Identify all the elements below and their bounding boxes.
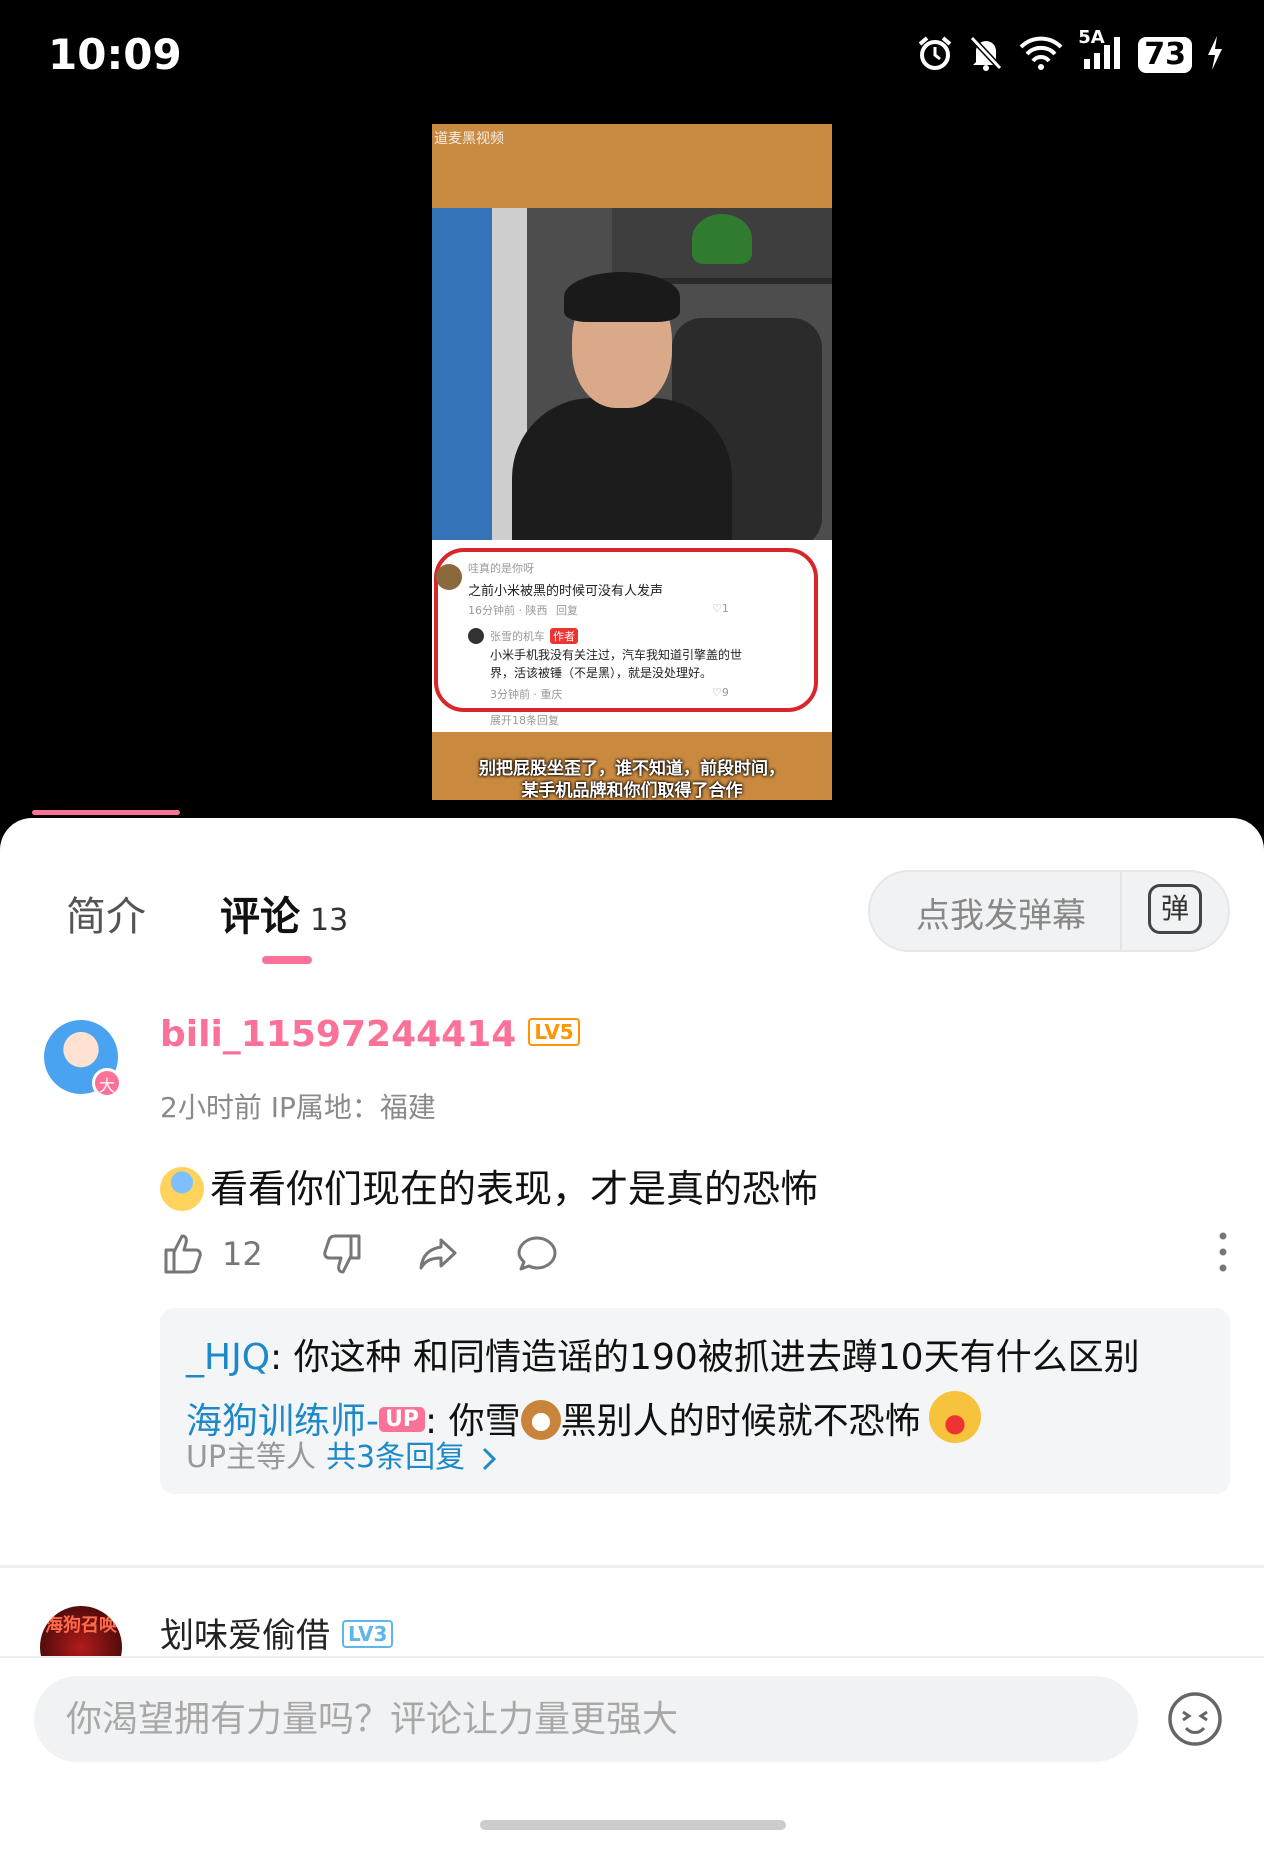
- danmaku-input[interactable]: 点我发弹幕 弹: [868, 870, 1230, 952]
- embedded-avatar: [436, 564, 462, 590]
- username-text: 划味爱偷借: [160, 1616, 330, 1656]
- embedded-likes: ♡1: [712, 602, 729, 615]
- dog-emoji-icon: [520, 1400, 561, 1440]
- reply-text-after: 黑别人的时候就不恐怖: [560, 1401, 921, 1442]
- tab-indicator: [262, 956, 312, 964]
- tab-comments[interactable]: 评论 13: [220, 884, 348, 942]
- embedded-comment-screenshot: 哇真的是你呀 之前小米被黑的时候可没有人发声 16分钟前 · 陕西 回复 ♡1 …: [432, 540, 832, 732]
- up-tag: UP: [379, 1406, 425, 1432]
- mute-bell-icon: [968, 34, 1004, 76]
- comment-meta: 2小时前 IP属地：福建: [160, 1091, 436, 1124]
- reply-user[interactable]: _HJQ: [186, 1337, 270, 1378]
- comment-text-content: 看看你们现在的表现，才是真的恐怖: [210, 1167, 819, 1211]
- reply-text: 你这种 和同情造谣的190被抓进去蹲10天有什么区别: [293, 1337, 1140, 1378]
- more-replies[interactable]: UP主等人 共3条回复: [186, 1432, 497, 1476]
- chevron-right-icon: [482, 1447, 496, 1470]
- username-text: bili_11597244414: [160, 1014, 517, 1055]
- video-player[interactable]: 道麦黑视频 哇真的是你呀 之前小米被黑的时候可没有人发声 16分钟前 · 陕西 …: [0, 120, 1264, 820]
- charging-icon: [1206, 36, 1224, 74]
- cold-sweat-emoji-icon: [160, 1166, 204, 1211]
- reply-item: _HJQ: 你这种 和同情造谣的190被抓进去蹲10天有什么区别: [186, 1328, 1140, 1380]
- person-hair: [564, 272, 680, 322]
- more-options-icon[interactable]: [1218, 1230, 1228, 1274]
- comment-username[interactable]: 划味爱偷借 LV3: [160, 1608, 394, 1657]
- network-type: 5A: [1078, 27, 1105, 48]
- dislike-icon[interactable]: [317, 1230, 365, 1278]
- comments-count: 13: [310, 903, 349, 938]
- tab-comments-label: 评论: [220, 894, 300, 940]
- tab-intro[interactable]: 简介: [66, 884, 146, 942]
- embedded-reply-likes: ♡9: [712, 686, 729, 699]
- like-count: 12: [222, 1235, 263, 1273]
- comment-input[interactable]: [34, 1676, 1138, 1762]
- comment-text: 看看你们现在的表现，才是真的恐怖: [160, 1158, 818, 1214]
- cellular-icon: 5A: [1078, 27, 1124, 75]
- embedded-reply-avatar: [468, 628, 484, 644]
- video-frame: 道麦黑视频 哇真的是你呀 之前小米被黑的时候可没有人发声 16分钟前 · 陕西 …: [432, 124, 832, 800]
- danmaku-toggle-icon[interactable]: 弹: [1148, 884, 1202, 934]
- divider: [0, 1565, 1264, 1568]
- plant: [692, 214, 752, 264]
- divider: [1120, 872, 1122, 950]
- clock: 10:09: [48, 30, 182, 79]
- more-replies-prefix: UP主等人: [186, 1440, 317, 1475]
- home-indicator[interactable]: [480, 1820, 786, 1830]
- embedded-reply-meta: 3分钟前 · 重庆: [490, 688, 563, 701]
- reply-preview-box[interactable]: _HJQ: 你这种 和同情造谣的190被抓进去蹲10天有什么区别 海狗训练师- U…: [160, 1308, 1230, 1494]
- embedded-author-tag: 作者: [550, 628, 578, 644]
- avatar-text: 海狗召唤: [45, 1615, 117, 1636]
- alarm-icon: [916, 34, 954, 76]
- comment-username[interactable]: bili_11597244414 LV5: [160, 1014, 580, 1055]
- embedded-reply-user: 张雪的机车: [490, 630, 545, 643]
- embedded-reply-text-1: 小米手机我没有关注过，汽车我知道引擎盖的世: [490, 648, 743, 662]
- status-icons: 5A 73: [916, 27, 1224, 76]
- danmaku-placeholder: 点我发弹幕: [916, 896, 1086, 936]
- embedded-user: 哇真的是你呀: [468, 562, 534, 575]
- emoji-picker-icon[interactable]: [1166, 1690, 1224, 1748]
- vip-badge: 大: [92, 1068, 122, 1098]
- person-body: [512, 398, 732, 548]
- level-badge: LV5: [528, 1018, 580, 1046]
- video-scene: [432, 208, 832, 548]
- reply-icon[interactable]: [513, 1230, 561, 1278]
- comment-actions: 12: [160, 1230, 611, 1278]
- share-icon[interactable]: [415, 1230, 463, 1278]
- laughing-emoji-icon: [928, 1391, 981, 1443]
- video-top-band: 道麦黑视频: [432, 124, 832, 208]
- like-icon[interactable]: [160, 1230, 208, 1278]
- wifi-icon: [1018, 35, 1064, 75]
- video-progress-bar[interactable]: [32, 810, 180, 815]
- battery-level: 73: [1138, 37, 1192, 73]
- reply-separator: :: [270, 1337, 294, 1378]
- video-watermark-text: 道麦黑视频: [434, 131, 504, 147]
- embedded-expand: 展开18条回复: [490, 714, 559, 727]
- embedded-meta: 16分钟前 · 陕西: [468, 604, 548, 617]
- more-replies-link[interactable]: 共3条回复: [326, 1440, 465, 1475]
- status-bar: 10:09 5A 73: [0, 0, 1264, 120]
- level-badge: LV3: [342, 1619, 394, 1648]
- embedded-text: 之前小米被黑的时候可没有人发声: [468, 584, 664, 599]
- video-subtitle-2: 某手机品牌和你们取得了合作: [521, 781, 743, 800]
- embedded-reply-text-2: 界，活该被锤（不是黑），就是没处理好。: [490, 666, 713, 680]
- embedded-reply-label: 回复: [556, 604, 578, 617]
